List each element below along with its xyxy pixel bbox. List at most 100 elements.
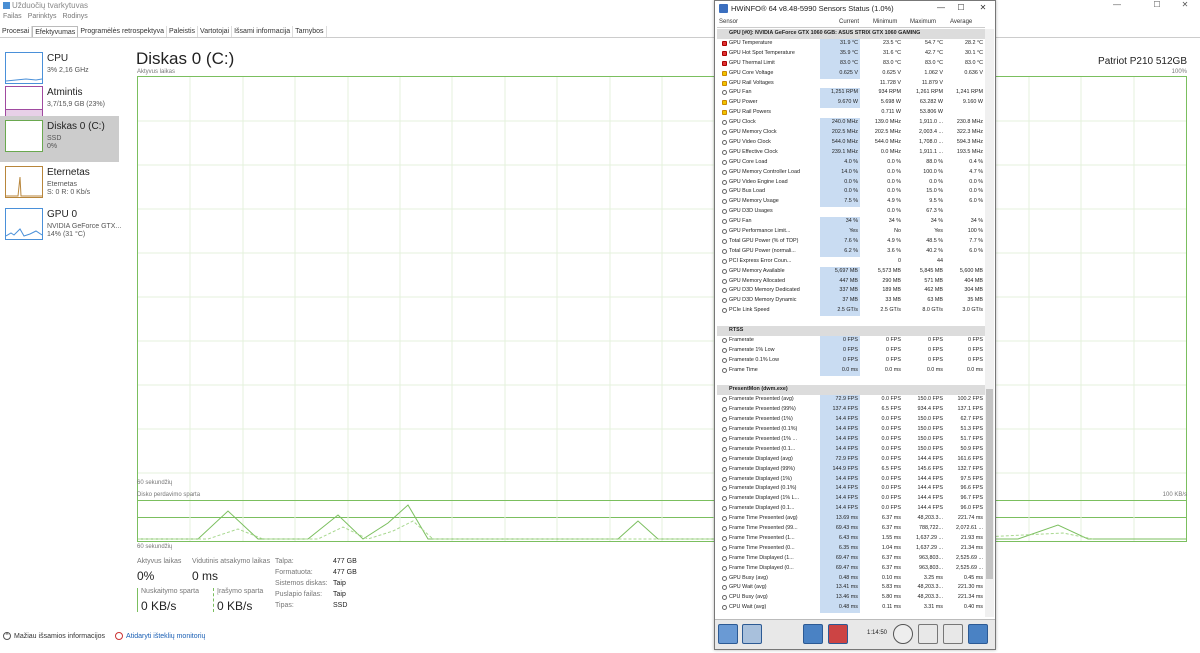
minimize-icon[interactable]: — [1106, 0, 1128, 10]
sensor-row[interactable]: Framerate Displayed (0.1... 14.4 FPS 0.0 F… [717, 504, 985, 515]
clock-icon[interactable] [893, 624, 913, 644]
sensor-row[interactable]: PCI Express Error Coun... 0 44 [717, 257, 985, 267]
menu-file[interactable]: Failas [3, 13, 22, 24]
nav-arrows-disabled-icon[interactable] [742, 624, 762, 644]
sensor-group-header[interactable]: PresentMon (dwm.exe) [717, 385, 985, 396]
sensor-row[interactable]: Framerate 0.1% Low 0 FPS 0 FPS 0 FPS 0 FPS [717, 355, 985, 366]
sensor-row[interactable]: Framerate 1% Low 0 FPS 0 FPS 0 FPS 0 FPS [717, 345, 985, 356]
tab-users[interactable]: Vartotojai [198, 26, 233, 37]
col-current[interactable]: Current [839, 19, 859, 25]
sensor-row[interactable]: GPU Hot Spot Temperature 35.9 °C 31.6 °C 42… [717, 48, 985, 59]
sensor-row[interactable]: CPU Busy (avg) 13.46 ms 5.80 ms 48,203.3...… [717, 593, 985, 604]
sensor-table[interactable]: GPU [#0]: NVIDIA GeForce GTX 1060 6GB: A… [717, 29, 985, 617]
sensor-row[interactable]: Framerate Displayed (99%) 144.9 FPS 6.5 FP… [717, 464, 985, 475]
sensor-row[interactable]: Frame Time Presented (0... 6.35 ms 1.04 ms… [717, 543, 985, 554]
sensor-row[interactable]: GPU Rail Voltages 11.728 V 11.879 V [717, 79, 985, 89]
less-details-link[interactable]: ^ Mažiau išsamios informacijos [3, 632, 105, 640]
menu-options[interactable]: Parinktys [28, 13, 57, 24]
sensor-row[interactable]: GPU Effective Clock 239.1 MHz 0.0 MHz 1,911… [717, 147, 985, 158]
sensor-row[interactable]: Framerate Displayed (1%) 14.4 FPS 0.0 FPS 1… [717, 474, 985, 485]
sidebar-item-disk[interactable]: Diskas 0 (C:) SSD 0% [0, 116, 119, 162]
hwinfo-close-icon[interactable]: ✕ [975, 3, 991, 14]
sensor-group-header[interactable]: RTSS [717, 326, 985, 336]
sensor-row[interactable]: GPU Fan 34 % 34 % 34 % 34 % [717, 217, 985, 227]
sensor-row[interactable]: GPU Thermal Limit 83.0 °C 83.0 °C 83.0 °C 83… [717, 58, 985, 69]
sensor-row[interactable]: GPU Memory Allocated 447 MB 290 MB 571 MB 40… [717, 276, 985, 287]
sensor-row[interactable]: Frame Time Presented (1... 6.43 ms 1.55 ms… [717, 533, 985, 544]
settings-icon[interactable] [943, 624, 963, 644]
sensor-row[interactable]: GPU D3D Memory Dedicated 337 MB 189 MB 462 … [717, 286, 985, 297]
sensor-minimum: 3.6 % [887, 247, 901, 254]
sensor-maximum: 0 FPS [928, 356, 943, 363]
sensor-row[interactable]: GPU Memory Usage 7.5 % 4.9 % 9.5 % 6.0 % [717, 197, 985, 208]
sensor-row[interactable]: Frame Time Displayed (1... 69.47 ms 6.37 m… [717, 553, 985, 564]
sensor-row[interactable]: Total GPU Power (normali... 6.2 % 3.6 % 40.… [717, 246, 985, 257]
gpu-mini-graph [5, 228, 43, 237]
menu-view[interactable]: Rodinys [62, 13, 87, 24]
tab-processes[interactable]: Procesai [0, 26, 33, 37]
sensor-row[interactable]: GPU D3D Memory Dynamic 37 MB 33 MB 63 MB 35 … [717, 296, 985, 307]
sensor-row[interactable]: GPU Video Clock 544.0 MHz 544.0 MHz 1,708.0… [717, 137, 985, 148]
network-icon[interactable] [803, 624, 823, 644]
hwinfo-minimize-icon[interactable]: — [933, 3, 949, 14]
sensor-row[interactable]: GPU Core Load 4.0 % 0.0 % 88.0 % 0.4 % [717, 157, 985, 168]
sensor-name: PCI Express Error Coun... [729, 257, 792, 264]
sensor-group-header[interactable]: GPU [#0]: NVIDIA GeForce GTX 1060 6GB: A… [717, 29, 985, 39]
sensor-row[interactable]: Framerate Presented (1%) 14.4 FPS 0.0 FPS 1… [717, 415, 985, 425]
sensor-row[interactable]: Frame Time Displayed (0... 69.47 ms 6.37 m… [717, 563, 985, 574]
sensor-row[interactable]: GPU Core Voltage 0.625 V 0.625 V 1.062 V 0.6… [717, 68, 985, 79]
sensor-row[interactable]: Frame Time Presented (99... 69.43 ms 6.37 … [717, 524, 985, 534]
sensor-row[interactable]: Framerate Displayed (avg) 72.9 FPS 0.0 FPS… [717, 454, 985, 465]
col-maximum[interactable]: Maximum [910, 19, 936, 25]
sensor-row[interactable]: Framerate 0 FPS 0 FPS 0 FPS 0 FPS [717, 335, 985, 346]
sensor-row[interactable]: GPU Fan 1,251 RPM 934 RPM 1,261 RPM 1,241 RP… [717, 88, 985, 99]
sensor-average: 4.7 % [969, 168, 983, 175]
sensor-row[interactable]: Framerate Presented (0.1... 14.4 FPS 0.0 F… [717, 444, 985, 455]
col-sensor[interactable]: Sensor [719, 19, 738, 25]
report-icon[interactable] [918, 624, 938, 644]
tab-details[interactable]: Išsami informacija [232, 26, 294, 37]
hwinfo-maximize-icon[interactable]: ☐ [953, 3, 969, 14]
sensor-row[interactable]: GPU Video Engine Load 0.0 % 0.0 % 0.0 % 0.0 … [717, 177, 985, 188]
sensor-row[interactable]: Framerate Presented (1% ... 14.4 FPS 0.0 F… [717, 434, 985, 445]
sensor-row[interactable]: GPU Rail Powers 0.711 W 53.806 W [717, 108, 985, 118]
sensor-row[interactable]: GPU Performance Limit... Yes No Yes 100 % [717, 227, 985, 237]
sensor-row[interactable]: Frame Time 0.0 ms 0.0 ms 0.0 ms 0.0 ms [717, 365, 985, 376]
close-sensors-icon[interactable] [968, 624, 988, 644]
sensor-row[interactable]: PCIe Link Speed 2.5 GT/s 2.5 GT/s 8.0 GT/s 3… [717, 306, 985, 317]
open-resource-monitor-link[interactable]: Atidaryti išteklių monitorių [115, 632, 205, 640]
tab-app-history[interactable]: Programėlės retrospektyva [78, 26, 167, 37]
sensor-row[interactable]: Total GPU Power (% of TDP) 7.6 % 4.9 % 48.5… [717, 236, 985, 247]
sensor-row[interactable]: Frame Time Presented (avg) 13.69 ms 6.37 m… [717, 514, 985, 524]
sensor-row[interactable]: GPU Memory Clock 202.5 MHz 202.5 MHz 2,003.… [717, 128, 985, 138]
sensor-row[interactable]: Framerate Presented (0.1%) 14.4 FPS 0.0 FP… [717, 425, 985, 435]
sensor-scrollbar[interactable] [985, 29, 994, 617]
sensor-row[interactable]: GPU Memory Available 5,697 MB 5,573 MB 5,84… [717, 266, 985, 277]
maximize-icon[interactable]: ☐ [1146, 0, 1168, 10]
sensor-row[interactable]: Framerate Presented (99%) 137.4 FPS 6.5 FP… [717, 405, 985, 416]
sensor-row[interactable]: Framerate Displayed (1% L... 14.4 FPS 0.0 … [717, 494, 985, 505]
sensor-row[interactable]: GPU Wait (avg) 13.41 ms 5.83 ms 48,203.3...… [717, 583, 985, 594]
sensor-row[interactable]: GPU Busy (avg) 0.48 ms 0.10 ms 3.25 ms 0.45 … [717, 573, 985, 584]
uptime-timer: 1:14:50 [867, 630, 888, 636]
sensor-row[interactable]: Framerate Presented (avg) 72.9 FPS 0.0 FPS… [717, 395, 985, 406]
sensor-row[interactable]: GPU Clock 240.0 MHz 139.0 MHz 1,911.0 ... 23… [717, 118, 985, 128]
sidebar-item-ethernet[interactable]: Eternetas Eternetas S: 0 R: 0 Kb/s [0, 162, 119, 208]
sensor-row[interactable]: GPU D3D Usages 0.0 % 67.3 % [717, 207, 985, 217]
sensor-row[interactable]: GPU Power 9.670 W 5.698 W 63.282 W 9.160 W [717, 98, 985, 109]
tab-performance[interactable]: Efektyvumas [32, 26, 79, 37]
close-icon[interactable]: ✕ [1174, 0, 1196, 10]
sensor-row[interactable]: GPU Temperature 31.9 °C 23.5 °C 54.7 °C 28.2… [717, 38, 985, 49]
tab-startup[interactable]: Paleistis [167, 26, 199, 37]
sensor-row[interactable]: GPU Bus Load 0.0 % 0.0 % 15.0 % 0.0 % [717, 187, 985, 198]
logging-icon[interactable] [828, 624, 848, 644]
sensor-scrollbar-thumb[interactable] [986, 389, 993, 579]
tab-services[interactable]: Tarnybos [293, 26, 327, 37]
sensor-row[interactable]: Framerate Displayed (0.1%) 14.4 FPS 0.0 FP… [717, 484, 985, 495]
sidebar-item-gpu[interactable]: GPU 0 NVIDIA GeForce GTX... 14% (31 °C) [0, 204, 121, 250]
col-minimum[interactable]: Minimum [873, 19, 897, 25]
col-average[interactable]: Average [950, 19, 972, 25]
sensor-row[interactable]: GPU Memory Controller Load 14.0 % 0.0 % 100… [717, 167, 985, 178]
sensor-row[interactable]: CPU Wait (avg) 0.48 ms 0.11 ms 3.31 ms 0.40 … [717, 603, 985, 614]
nav-arrows-icon[interactable] [718, 624, 738, 644]
